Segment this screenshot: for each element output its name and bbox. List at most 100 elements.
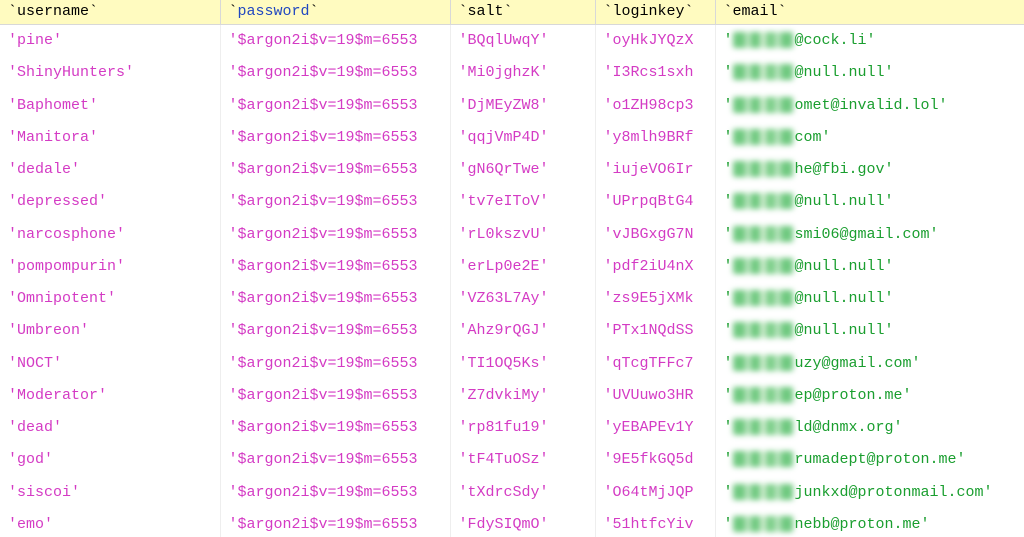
column-header-salt[interactable]: `salt` [450,0,595,25]
table-row[interactable]: 'depressed''$argon2i$v=19$m=6553'tv7eITo… [0,186,1024,218]
cell-email: 'junkxd@protonmail.com' [715,477,1024,509]
email-suffix: uzy@gmail.com [795,355,912,372]
cell-salt: 'gN6QrTwe' [450,154,595,186]
table-row[interactable]: 'narcosphone''$argon2i$v=19$m=6553'rL0ks… [0,219,1024,251]
cell-salt: 'BQqlUwqY' [450,25,595,58]
cell-password: '$argon2i$v=19$m=6553 [220,154,450,186]
username-value: Omnipotent [17,290,107,307]
cell-password: '$argon2i$v=19$m=6553 [220,348,450,380]
cell-email: '@null.null' [715,57,1024,89]
redacted-icon [733,516,793,532]
password-value: $argon2i$v=19$m=6553 [238,97,418,114]
username-value: dead [17,419,53,436]
table-row[interactable]: 'Baphomet''$argon2i$v=19$m=6553'DjMEyZW8… [0,90,1024,122]
cell-loginkey: 'yEBAPEv1Y [595,412,715,444]
table-row[interactable]: 'ShinyHunters''$argon2i$v=19$m=6553'Mi0j… [0,57,1024,89]
column-label: email [733,3,778,20]
redacted-icon [733,484,793,500]
salt-value: gN6QrTwe [468,161,540,178]
table-row[interactable]: 'dedale''$argon2i$v=19$m=6553'gN6QrTwe''… [0,154,1024,186]
cell-username: 'emo' [0,509,220,537]
email-suffix: @null.null [795,64,885,81]
username-value: Baphomet [17,97,89,114]
salt-value: Ahz9rQGJ [468,322,540,339]
username-value: Moderator [17,387,98,404]
password-value: $argon2i$v=19$m=6553 [238,290,418,307]
table-row[interactable]: 'Omnipotent''$argon2i$v=19$m=6553'VZ63L7… [0,283,1024,315]
table-row[interactable]: 'siscoi''$argon2i$v=19$m=6553'tXdrcSdy''… [0,477,1024,509]
loginkey-value: o1ZH98cp3 [613,97,694,114]
password-value: $argon2i$v=19$m=6553 [238,484,418,501]
cell-loginkey: 'I3Rcs1sxh [595,57,715,89]
loginkey-value: 9E5fkGQ5d [613,451,694,468]
cell-username: 'depressed' [0,186,220,218]
loginkey-value: vJBGxgG7N [613,226,694,243]
table-row[interactable]: 'NOCT''$argon2i$v=19$m=6553'TI1OQ5Ks''qT… [0,348,1024,380]
table-row[interactable]: 'pompompurin''$argon2i$v=19$m=6553'erLp0… [0,251,1024,283]
cell-username: 'Omnipotent' [0,283,220,315]
redacted-icon [733,226,793,242]
salt-value: tF4TuOSz [468,451,540,468]
password-value: $argon2i$v=19$m=6553 [238,64,418,81]
table-row[interactable]: 'pine''$argon2i$v=19$m=6553'BQqlUwqY''oy… [0,25,1024,58]
cell-email: '@null.null' [715,315,1024,347]
salt-value: erLp0e2E [468,258,540,275]
salt-value: Z7dvkiMy [468,387,540,404]
db-table: `username``password``salt``loginkey``ema… [0,0,1024,537]
cell-username: 'Moderator' [0,380,220,412]
column-header-password[interactable]: `password` [220,0,450,25]
table-row[interactable]: 'dead''$argon2i$v=19$m=6553'rp81fu19''yE… [0,412,1024,444]
cell-password: '$argon2i$v=19$m=6553 [220,283,450,315]
cell-email: '@null.null' [715,283,1024,315]
column-header-loginkey[interactable]: `loginkey` [595,0,715,25]
username-value: ShinyHunters [17,64,125,81]
password-value: $argon2i$v=19$m=6553 [238,419,418,436]
column-header-username[interactable]: `username` [0,0,220,25]
salt-value: TI1OQ5Ks [468,355,540,372]
username-value: NOCT [17,355,53,372]
cell-salt: 'Z7dvkiMy' [450,380,595,412]
email-suffix: he@fbi.gov [795,161,885,178]
cell-username: 'NOCT' [0,348,220,380]
salt-value: rL0kszvU [468,226,540,243]
table-row[interactable]: 'Umbreon''$argon2i$v=19$m=6553'Ahz9rQGJ'… [0,315,1024,347]
column-header-email[interactable]: `email` [715,0,1024,25]
password-value: $argon2i$v=19$m=6553 [238,226,418,243]
loginkey-value: I3Rcs1sxh [613,64,694,81]
column-label: loginkey [613,3,685,20]
loginkey-value: zs9E5jXMk [613,290,694,307]
cell-password: '$argon2i$v=19$m=6553 [220,412,450,444]
table-row[interactable]: 'god''$argon2i$v=19$m=6553'tF4TuOSz''9E5… [0,444,1024,476]
salt-value: BQqlUwqY [468,32,540,49]
cell-email: '@null.null' [715,186,1024,218]
cell-username: 'narcosphone' [0,219,220,251]
password-value: $argon2i$v=19$m=6553 [238,32,418,49]
password-value: $argon2i$v=19$m=6553 [238,387,418,404]
loginkey-value: qTcgTFFc7 [613,355,694,372]
table-row[interactable]: 'emo''$argon2i$v=19$m=6553'FdySIQmO''51h… [0,509,1024,537]
username-value: depressed [17,193,98,210]
loginkey-value: oyHkJYQzX [613,32,694,49]
email-suffix: ep@proton.me [795,387,903,404]
email-suffix: @null.null [795,193,885,210]
table-row[interactable]: 'Moderator''$argon2i$v=19$m=6553'Z7dvkiM… [0,380,1024,412]
cell-email: 'nebb@proton.me' [715,509,1024,537]
cell-username: 'Umbreon' [0,315,220,347]
cell-password: '$argon2i$v=19$m=6553 [220,90,450,122]
cell-loginkey: 'UVUuwo3HR [595,380,715,412]
cell-email: 'rumadept@proton.me' [715,444,1024,476]
cell-loginkey: 'UPrpqBtG4 [595,186,715,218]
loginkey-value: y8mlh9BRf [613,129,694,146]
column-label: salt [468,3,504,20]
email-suffix: nebb@proton.me [795,516,921,533]
email-suffix: @null.null [795,290,885,307]
username-value: Manitora [17,129,89,146]
username-value: narcosphone [17,226,116,243]
cell-email: '@null.null' [715,251,1024,283]
cell-salt: 'TI1OQ5Ks' [450,348,595,380]
cell-salt: 'DjMEyZW8' [450,90,595,122]
cell-salt: 'qqjVmP4D' [450,122,595,154]
email-suffix: @cock.li [795,32,867,49]
table-row[interactable]: 'Manitora''$argon2i$v=19$m=6553'qqjVmP4D… [0,122,1024,154]
password-value: $argon2i$v=19$m=6553 [238,516,418,533]
